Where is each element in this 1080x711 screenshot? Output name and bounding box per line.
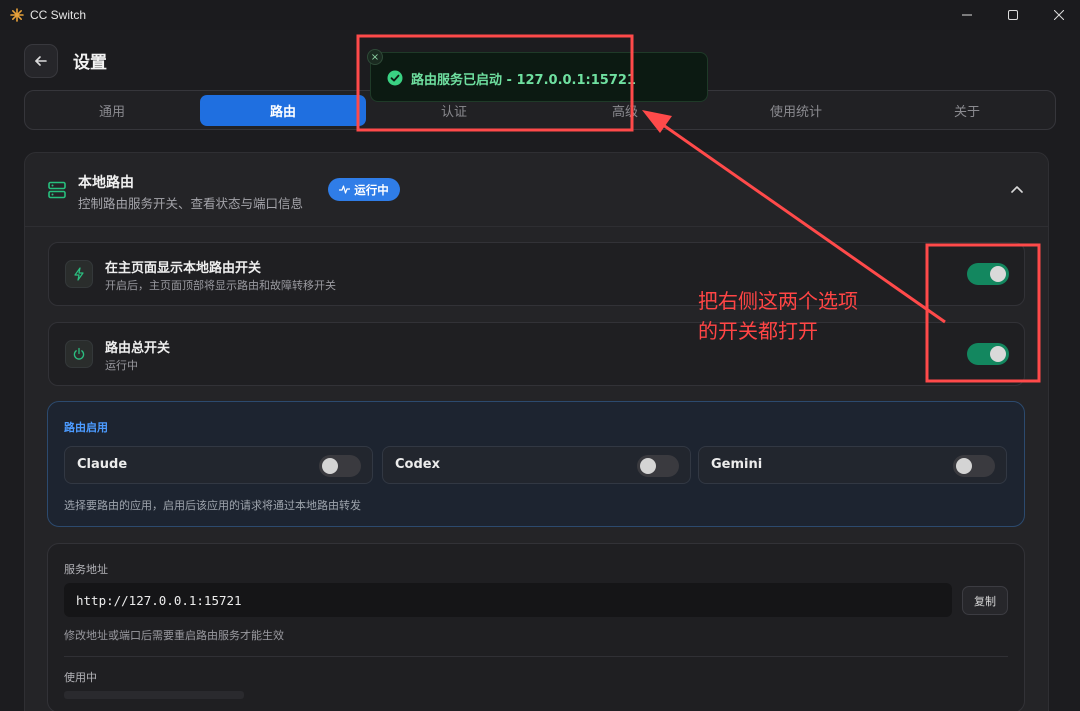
server-icon bbox=[47, 180, 67, 200]
toast-message: 路由服务已启动 - 127.0.0.1:15721 bbox=[411, 73, 636, 88]
row-title: 路由总开关 bbox=[105, 341, 171, 356]
app-chip-gemini: Gemini bbox=[698, 446, 1007, 484]
show-router-switch-row: 在主页面显示本地路由开关 开启后，主页面顶部将显示路由和故障转移开关 bbox=[48, 242, 1025, 306]
tab-about[interactable]: 关于 bbox=[884, 95, 1050, 126]
annotation-text: 把右侧这两个选项 的开关都打开 bbox=[698, 286, 858, 346]
annotation-line-2: 的开关都打开 bbox=[698, 319, 818, 343]
maximize-icon[interactable] bbox=[990, 0, 1036, 30]
chevron-up-icon bbox=[1011, 186, 1023, 193]
check-circle-icon bbox=[387, 70, 403, 86]
router-master-switch-row: 路由总开关 运行中 bbox=[48, 322, 1025, 386]
tab-general[interactable]: 通用 bbox=[29, 95, 195, 126]
show-router-toggle[interactable] bbox=[967, 263, 1009, 285]
app-chip-claude: Claude bbox=[64, 446, 373, 484]
app-chip-codex: Codex bbox=[382, 446, 691, 484]
gemini-toggle[interactable] bbox=[953, 455, 995, 477]
arrow-left-icon bbox=[35, 56, 47, 66]
divider bbox=[64, 656, 1008, 657]
lightning-icon bbox=[65, 260, 93, 288]
section-title: 本地路由 bbox=[78, 175, 134, 191]
service-address-field[interactable]: http://127.0.0.1:15721 bbox=[64, 583, 952, 617]
window-title: CC Switch bbox=[30, 8, 87, 22]
tab-router[interactable]: 路由 bbox=[200, 95, 366, 126]
title-bar: CC Switch bbox=[0, 0, 1080, 30]
annotation-line-1: 把右侧这两个选项 bbox=[698, 289, 858, 313]
status-badge-label: 运行中 bbox=[354, 182, 389, 197]
service-address-label: 服务地址 bbox=[64, 563, 108, 576]
routing-apps-title: 路由启用 bbox=[64, 421, 108, 434]
app-label: Gemini bbox=[711, 457, 763, 472]
row-description: 运行中 bbox=[105, 359, 138, 372]
claude-toggle[interactable] bbox=[319, 455, 361, 477]
back-button[interactable] bbox=[24, 44, 58, 78]
codex-toggle[interactable] bbox=[637, 455, 679, 477]
divider bbox=[25, 226, 1048, 227]
service-address-note: 修改地址或端口后需要重启路由服务才能生效 bbox=[64, 629, 284, 642]
app-label: Codex bbox=[395, 457, 440, 472]
minimize-icon[interactable] bbox=[944, 0, 990, 30]
row-description: 开启后，主页面顶部将显示路由和故障转移开关 bbox=[105, 279, 336, 292]
routing-apps-note: 选择要路由的应用，启用后该应用的请求将通过本地路由转发 bbox=[64, 499, 361, 512]
section-subtitle: 控制路由服务开关、查看状态与端口信息 bbox=[78, 196, 304, 211]
status-badge: 运行中 bbox=[328, 178, 400, 201]
toast-notification: × 路由服务已启动 - 127.0.0.1:15721 bbox=[367, 49, 708, 102]
toast-close-icon[interactable]: × bbox=[367, 49, 383, 65]
app-logo-icon bbox=[10, 8, 24, 22]
row-title: 在主页面显示本地路由开关 bbox=[105, 261, 262, 276]
copy-button[interactable]: 复制 bbox=[962, 586, 1008, 615]
tab-usage-stats[interactable]: 使用统计 bbox=[713, 95, 879, 126]
page-title: 设置 bbox=[73, 53, 107, 73]
activity-icon bbox=[339, 185, 351, 194]
in-use-content bbox=[64, 691, 244, 699]
in-use-label: 使用中 bbox=[64, 671, 97, 684]
power-icon bbox=[65, 340, 93, 368]
app-label: Claude bbox=[77, 457, 128, 472]
close-icon[interactable] bbox=[1036, 0, 1080, 30]
router-master-toggle[interactable] bbox=[967, 343, 1009, 365]
collapse-button[interactable] bbox=[1008, 180, 1026, 198]
